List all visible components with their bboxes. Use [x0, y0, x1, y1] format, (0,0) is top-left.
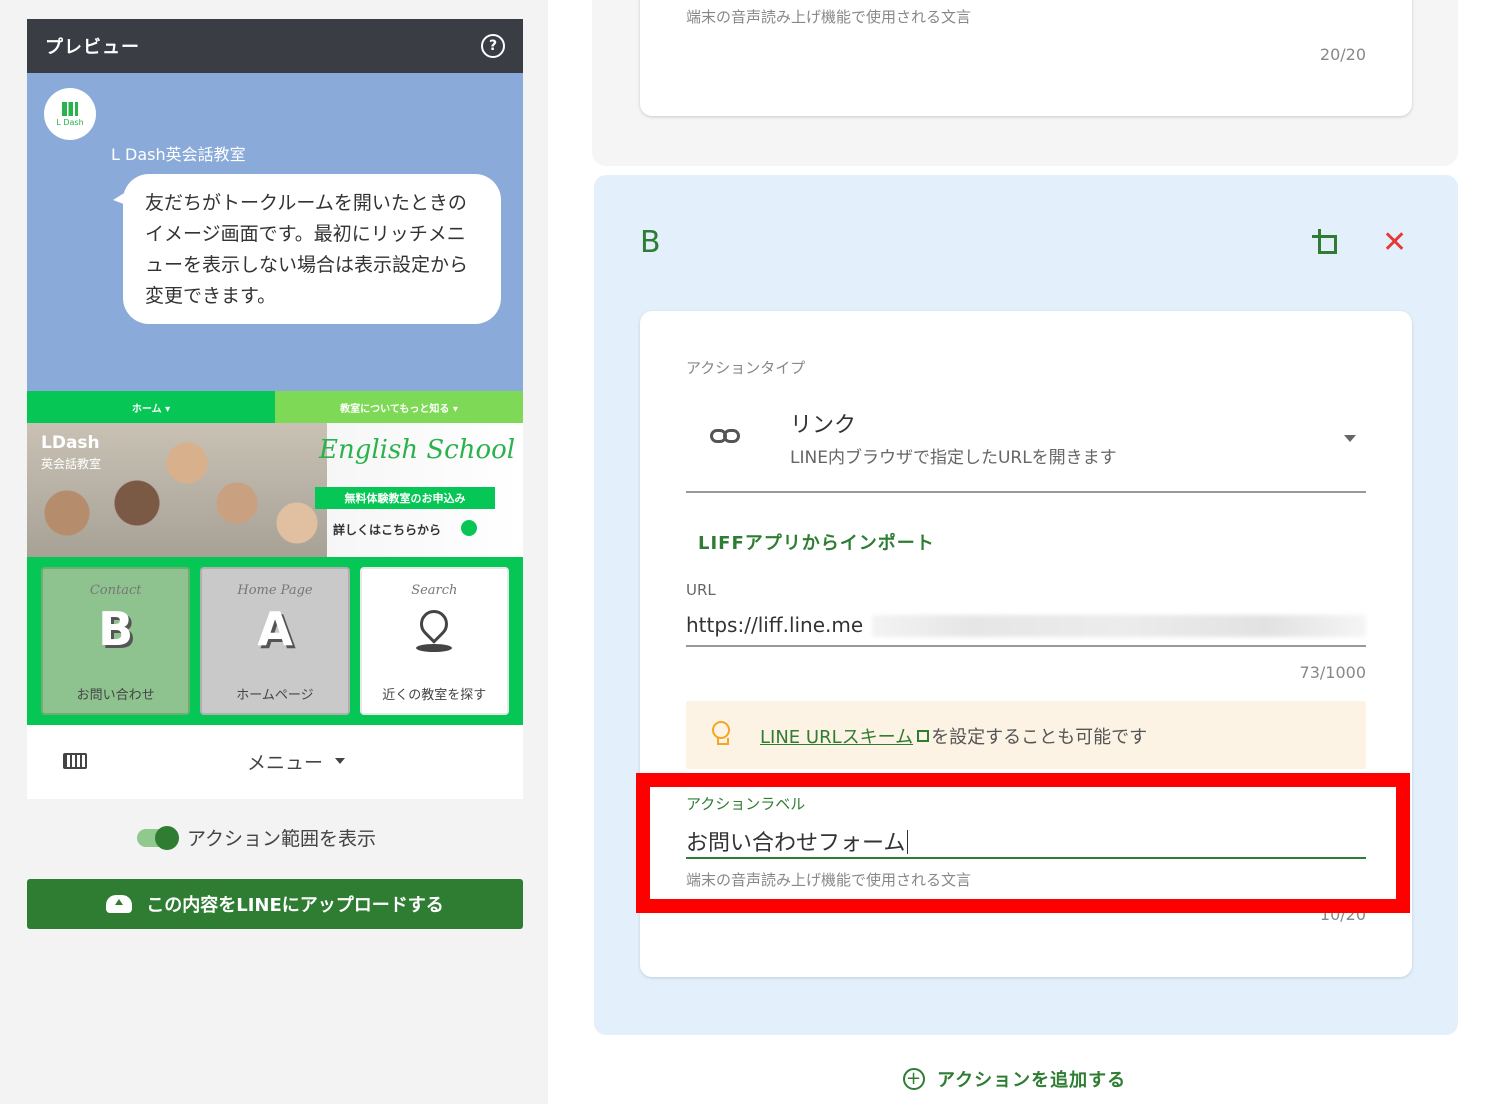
action-type-select[interactable]: リンク LINE内ブラウザで指定したURLを開きます: [686, 385, 1366, 493]
menu-label: メニュー: [247, 751, 324, 774]
highlight-box: [636, 773, 1410, 913]
action-letter: B: [640, 225, 661, 260]
previous-label-count: 20/20: [1319, 45, 1366, 64]
toggle-knob: [155, 825, 179, 850]
tile-script: Contact: [89, 583, 142, 598]
action-area-toggle[interactable]: [137, 825, 179, 850]
liff-import-link[interactable]: LIFFアプリからインポート: [698, 529, 935, 555]
add-action-label: アクションを追加する: [937, 1070, 1127, 1091]
cloud-upload-icon: [106, 895, 133, 913]
editor-column: 端末の音声読み上げ機能で使用される文言 20/20 B ✕ アクションタイプ リ…: [548, 0, 1488, 1104]
chevron-down-icon: [335, 758, 346, 764]
rich-menu-tiles: Contact B お問い合わせ Home Page A ホームページ Sear…: [27, 557, 523, 725]
preview-title: プレビュー: [45, 37, 140, 58]
tile-search[interactable]: Search 近くの教室を探す: [359, 567, 509, 715]
url-label: URL: [686, 581, 716, 599]
add-circle-icon: +: [903, 1068, 925, 1090]
external-link-icon: [917, 730, 930, 742]
preview-header: プレビュー ?: [27, 19, 523, 73]
keyboard-icon[interactable]: [63, 753, 87, 769]
add-action-button[interactable]: + アクションを追加する: [903, 1066, 1126, 1092]
logo-icon: [62, 101, 78, 116]
preview-panel: プレビュー ? L Dash L Dash英会話教室 友だちがトークルームを開い…: [27, 19, 523, 799]
hint-rest: を設定することも可能です: [931, 727, 1148, 748]
action-type-caption: アクションタイプ: [686, 359, 806, 377]
previous-label-hint: 端末の音声読み上げ機能で使用される文言: [686, 8, 972, 26]
chat-area: L Dash L Dash英会話教室 友だちがトークルームを開いたときのイメージ…: [27, 73, 523, 391]
help-icon[interactable]: ?: [481, 34, 505, 58]
url-blurred-part: [872, 615, 1366, 637]
tile-label: お問い合わせ: [76, 688, 155, 703]
close-icon[interactable]: ✕: [1382, 225, 1407, 260]
banner-pill: 無料体験教室のお申込み: [315, 487, 495, 509]
tile-contact[interactable]: Contact B お問い合わせ: [41, 567, 191, 715]
url-scheme-link[interactable]: LINE URLスキーム: [760, 727, 913, 748]
avatar-text: L Dash: [56, 117, 84, 127]
preview-column: プレビュー ? L Dash L Dash英会話教室 友だちがトークルームを開い…: [0, 0, 548, 1104]
action-type-description: LINE内ブラウザで指定したURLを開きます: [790, 448, 1117, 468]
action-type-title: リンク: [790, 413, 857, 438]
tile-label: 近くの教室を探す: [382, 688, 487, 703]
url-scheme-hint: LINE URLスキーム を設定することも可能です: [686, 701, 1366, 769]
url-value: https://liff.line.me: [686, 613, 864, 637]
tile-label: ホームページ: [236, 688, 314, 703]
avatar: L Dash: [44, 88, 96, 140]
tile-letter: B: [98, 602, 134, 656]
chat-bubble: 友だちがトークルームを開いたときのイメージ画面です。最初にリッチメニューを表示し…: [113, 174, 501, 324]
menu-toggle[interactable]: メニュー: [247, 748, 346, 775]
dropdown-arrow-icon: [1344, 435, 1356, 442]
link-icon: [710, 429, 740, 443]
banner-script-title: English School: [319, 435, 516, 465]
banner-logo: LDash: [41, 433, 100, 453]
url-field[interactable]: https://liff.line.me: [686, 607, 1366, 647]
tile-letter: A: [257, 602, 293, 656]
rich-menu-banner[interactable]: LDash 英会話教室 English School 無料体験教室のお申込み 詳…: [27, 423, 523, 557]
banner-more: 詳しくはこちらから: [333, 523, 442, 537]
upload-label: この内容をLINEにアップロードする: [146, 895, 444, 916]
crop-icon[interactable]: [1312, 229, 1340, 257]
tile-script: Search: [411, 583, 458, 598]
tile-home-page[interactable]: Home Page A ホームページ: [200, 567, 350, 715]
previous-action-card: 端末の音声読み上げ機能で使用される文言 20/20: [640, 0, 1412, 116]
hint-text: LINE URLスキーム を設定することも可能です: [760, 723, 1147, 749]
bot-name: L Dash英会話教室: [111, 145, 246, 164]
toggle-label: アクション範囲を表示: [187, 828, 377, 850]
play-icon: [461, 520, 477, 536]
rich-tab-about[interactable]: 教室についてもっと知る ▾: [275, 391, 523, 423]
lightbulb-icon: [712, 721, 730, 745]
pin-base-icon: [416, 644, 453, 652]
tile-script: Home Page: [237, 583, 313, 598]
location-pin-icon: [414, 604, 455, 644]
url-char-count: 73/1000: [1299, 663, 1366, 682]
upload-button[interactable]: この内容をLINEにアップロードする: [27, 879, 523, 929]
rich-tab-home[interactable]: ホーム ▾: [27, 391, 275, 423]
banner-logo-sub: 英会話教室: [41, 457, 102, 471]
action-area-toggle-row: アクション範囲を表示: [137, 824, 376, 851]
rich-menu-tabs: ホーム ▾ 教室についてもっと知る ▾: [27, 391, 523, 423]
chat-menubar: メニュー: [27, 725, 523, 797]
